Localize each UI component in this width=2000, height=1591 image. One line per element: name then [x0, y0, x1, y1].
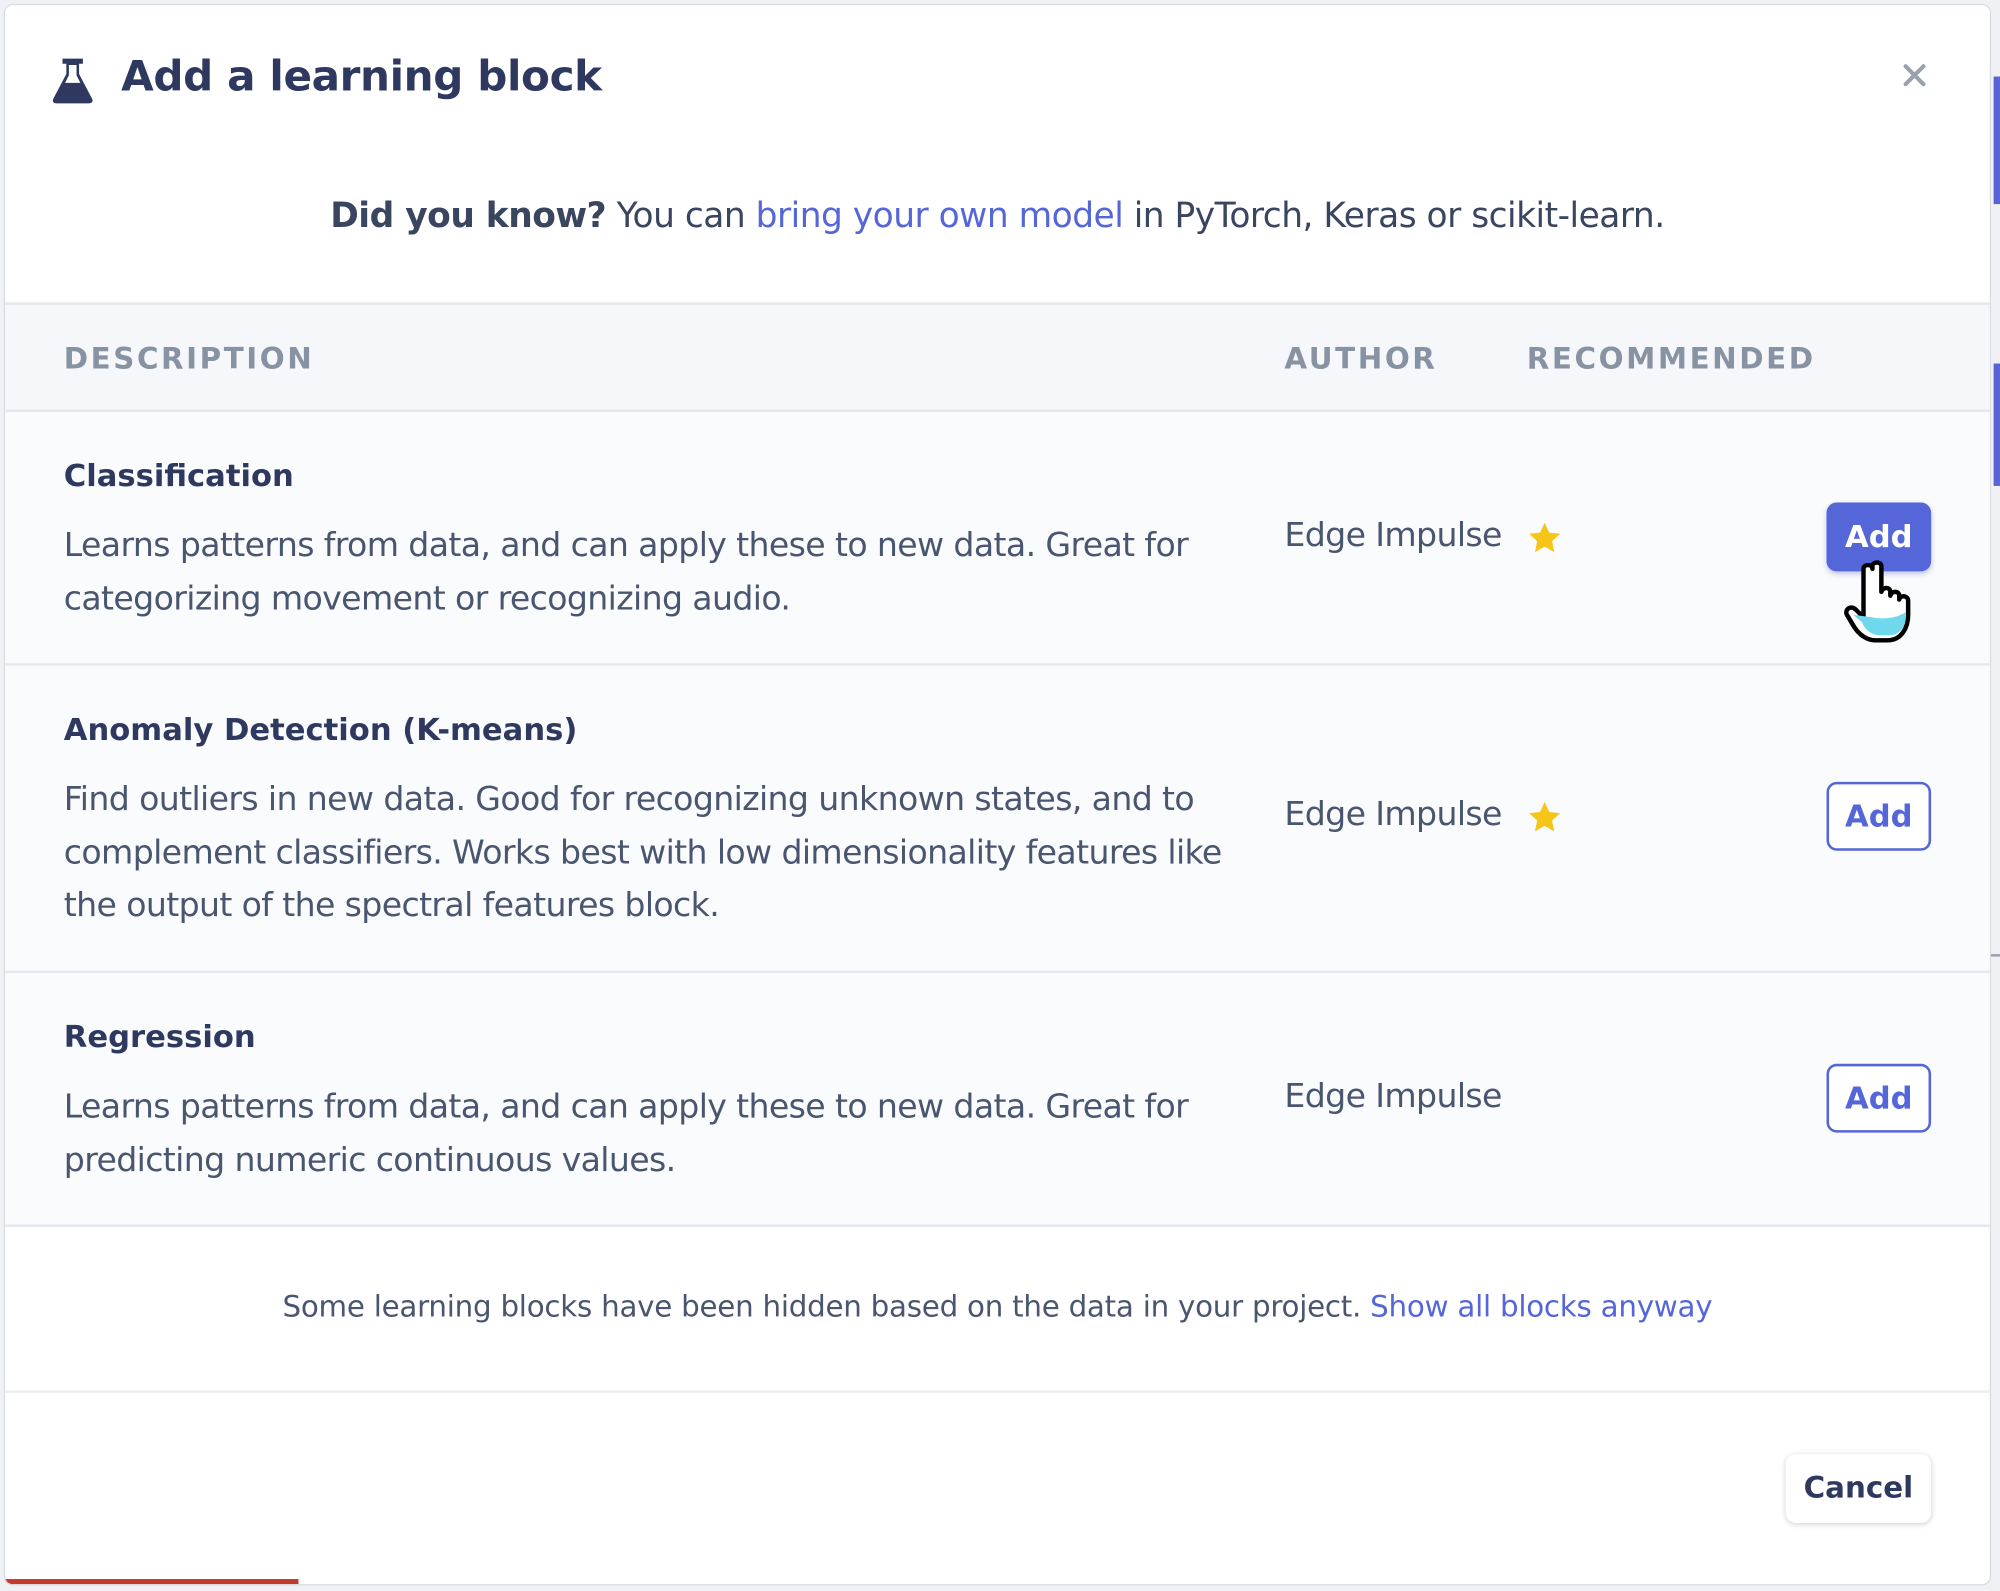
show-all-blocks-link[interactable]: Show all blocks anyway [1370, 1291, 1712, 1324]
hidden-blocks-text: Some learning blocks have been hidden ba… [282, 1290, 1371, 1324]
did-you-know-tip: Did you know? You can bring your own mod… [5, 196, 1990, 236]
modal-header: Add a learning block [5, 5, 1990, 152]
loading-progress-bar [5, 1579, 299, 1585]
bring-your-own-model-link[interactable]: bring your own model [756, 196, 1124, 236]
flask-icon [52, 58, 93, 104]
block-description: Learns patterns from data, and can apply… [63, 1088, 1189, 1180]
block-title: Classification [63, 457, 294, 494]
table-header: DESCRIPTION AUTHOR RECOMMENDED [5, 302, 1990, 412]
block-title: Regression [63, 1019, 256, 1055]
screen: Add a learning block Did you know? You c… [0, 0, 2000, 1591]
star-icon [1529, 522, 1561, 553]
block-author: Edge Impulse [1284, 1077, 1502, 1117]
background-divider [1989, 954, 2000, 957]
column-header-author: AUTHOR [1284, 343, 1438, 377]
background-accent [1993, 76, 2000, 205]
close-icon[interactable] [1893, 54, 1936, 97]
block-description: Learns patterns from data, and can apply… [63, 526, 1189, 618]
footer-divider [5, 1390, 1990, 1393]
table-row: Regression Learns patterns from data, an… [5, 973, 1990, 1228]
add-regression-button[interactable]: Add [1826, 1063, 1932, 1133]
tip-text: in PyTorch, Keras or scikit-learn. [1123, 196, 1665, 236]
column-header-recommended: RECOMMENDED [1526, 343, 1816, 377]
hidden-blocks-notice: Some learning blocks have been hidden ba… [5, 1291, 1990, 1324]
table-row: Classification Learns patterns from data… [5, 411, 1990, 666]
star-icon [1529, 801, 1561, 832]
background-accent [1993, 363, 2000, 486]
column-header-description: DESCRIPTION [63, 343, 315, 377]
block-author: Edge Impulse [1284, 516, 1502, 555]
add-learning-block-modal: Add a learning block Did you know? You c… [5, 5, 1990, 1585]
learning-blocks-table: DESCRIPTION AUTHOR RECOMMENDED Classific… [5, 302, 1990, 1228]
add-anomaly-detection-button[interactable]: Add [1826, 781, 1932, 851]
tip-heading: Did you know? [330, 196, 607, 236]
block-title: Anomaly Detection (K-means) [63, 711, 578, 748]
modal-title: Add a learning block [121, 51, 602, 101]
add-classification-button[interactable]: Add [1826, 502, 1932, 572]
block-description: Find outliers in new data. Good for reco… [63, 780, 1223, 925]
table-row: Anomaly Detection (K-means) Find outlier… [5, 665, 1990, 974]
block-author: Edge Impulse [1284, 795, 1502, 835]
tip-text: You can [606, 196, 756, 236]
cancel-button[interactable]: Cancel [1785, 1454, 1932, 1523]
